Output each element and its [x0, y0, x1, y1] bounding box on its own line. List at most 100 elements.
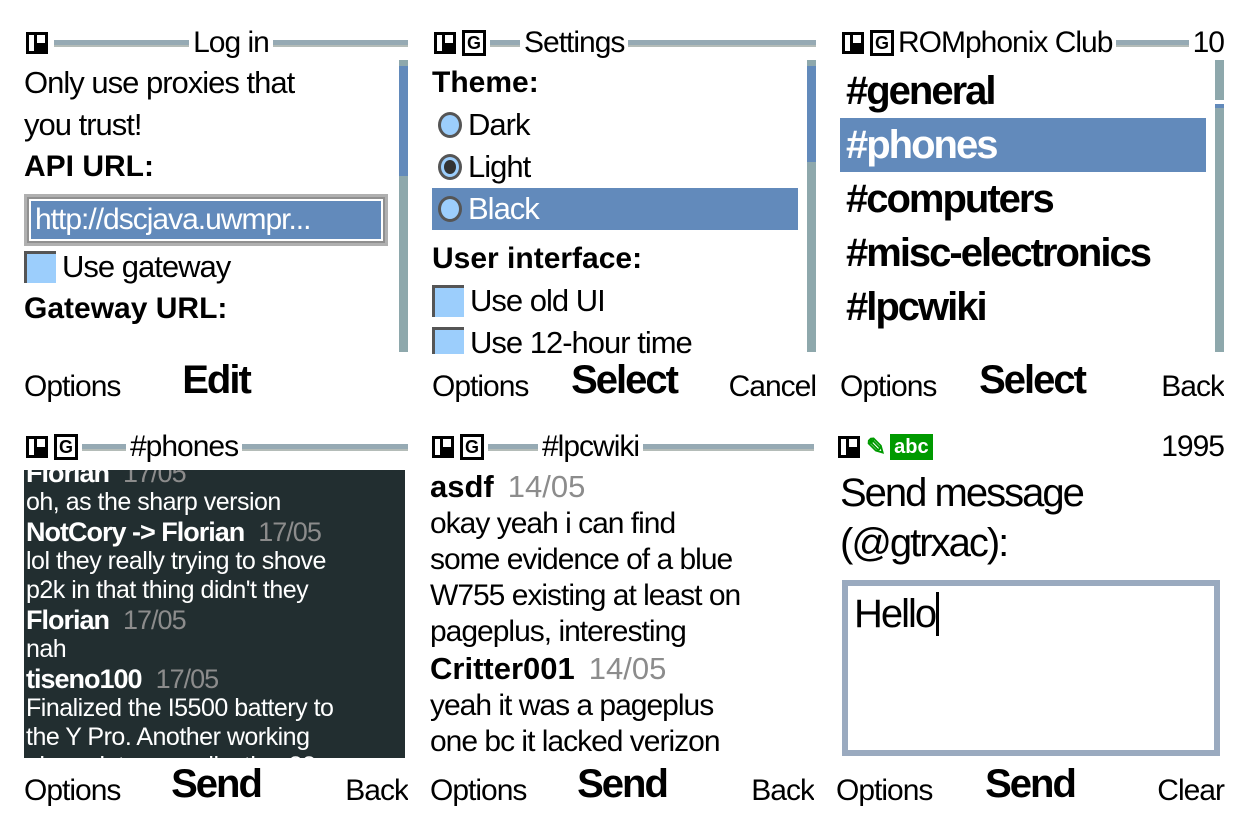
message[interactable]: Florian 17/05 oh, as the sharp version — [26, 470, 405, 517]
scrollbar[interactable] — [1215, 60, 1224, 352]
compose-screen: ✎ abc 1995 Send message (@gtrxac): Hello… — [836, 432, 1226, 820]
message-text: nah — [26, 635, 67, 663]
screen-title: Log in — [193, 28, 270, 59]
api-url-input[interactable]: http://dscjava.uwmpr... — [24, 194, 388, 246]
status-bar: ✎ abc 1995 — [836, 432, 1225, 463]
message-date: 17/05 — [123, 470, 187, 488]
edit-button[interactable]: Edit — [182, 358, 252, 403]
theme-label: Theme: — [432, 66, 539, 99]
author-name: tiseno100 — [26, 664, 143, 694]
cancel-button[interactable]: Cancel — [729, 370, 816, 404]
softkey-bar: Options Select Cancel — [432, 356, 816, 416]
channel-list: #general #phones #computers #misc-electr… — [840, 64, 1212, 356]
screen-title: #phones — [130, 432, 239, 463]
gprs-icon: G — [460, 434, 484, 460]
phones-channel-screen: G #phones Florian 17/05 oh, as the sharp v… — [24, 432, 408, 820]
message-text: oh, as the sharp version — [26, 488, 281, 516]
author-name: Florian — [26, 470, 110, 488]
message[interactable]: NotCory -> Florian 17/05 lol they really t… — [26, 517, 405, 605]
author-name: NotCory -> Florian — [26, 517, 245, 547]
back-button[interactable]: Back — [345, 774, 408, 808]
input-mode-indicator: abc — [890, 434, 933, 460]
message-list[interactable]: asdf 14/05 okay yeah i can find some eviden… — [430, 468, 814, 758]
author-name: Critter001 — [430, 651, 575, 686]
message-text: p2k in that thing didn't they — [26, 576, 309, 604]
window-icon — [24, 30, 50, 56]
checkbox-icon — [24, 251, 56, 283]
use-gateway-checkbox[interactable]: Use gateway — [24, 246, 396, 288]
select-button[interactable]: Select — [571, 358, 679, 403]
title-bar: G #lpcwiki — [430, 432, 814, 463]
window-icon — [840, 30, 866, 56]
channel-item[interactable]: #lpcwiki — [840, 280, 1212, 334]
screen-title: ROMphonix Club — [898, 28, 1113, 59]
send-button[interactable]: Send — [577, 762, 669, 807]
pen-icon: ✎ — [866, 433, 887, 461]
use-old-ui-checkbox[interactable]: Use old UI — [432, 280, 804, 322]
theme-light-radio[interactable]: Light — [432, 146, 804, 188]
message-text: Finalized the I5500 battery to — [26, 694, 334, 722]
message-text: okay yeah i can find — [430, 507, 676, 540]
options-button[interactable]: Options — [24, 774, 121, 808]
gprs-icon: G — [462, 30, 486, 56]
options-button[interactable]: Options — [432, 370, 529, 404]
scrollbar[interactable] — [399, 60, 408, 352]
message-author: Florian 17/05 — [26, 605, 405, 635]
channel-item[interactable]: #computers — [840, 172, 1212, 226]
message-text: yeah it was a pageplus — [430, 689, 714, 722]
gprs-icon: G — [870, 30, 894, 56]
unread-count: 10 — [1192, 28, 1224, 59]
message-list[interactable]: Florian 17/05 oh, as the sharp version NotC… — [24, 470, 405, 758]
send-button[interactable]: Send — [985, 762, 1077, 807]
options-button[interactable]: Options — [24, 370, 121, 404]
message-date: 14/05 — [588, 651, 667, 686]
channel-list-screen: G ROMphonix Club 10 #general #phones #co… — [840, 28, 1224, 416]
lpcwiki-channel-screen: G #lpcwiki asdf 14/05 okay yeah i can find… — [430, 432, 814, 820]
channel-item[interactable]: #misc-electronics — [840, 226, 1212, 280]
settings-screen: G Settings Theme: Dark Light Black User … — [432, 28, 816, 416]
message-author: tiseno100 17/05 — [26, 664, 405, 694]
options-button[interactable]: Options — [430, 774, 527, 808]
message-text: phone into my collection 88 — [26, 752, 405, 758]
window-icon — [836, 434, 862, 460]
send-button[interactable]: Send — [171, 762, 263, 807]
options-button[interactable]: Options — [840, 370, 937, 404]
message[interactable]: tiseno100 17/05 Finalized the I5500 batter… — [26, 664, 405, 758]
message-input[interactable]: Hello — [842, 580, 1220, 756]
clear-button[interactable]: Clear — [1157, 774, 1225, 808]
message[interactable]: Florian 17/05 nah — [26, 605, 405, 664]
screen-title: Settings — [524, 28, 625, 59]
channel-item[interactable]: #general — [840, 64, 1212, 118]
options-button[interactable]: Options — [836, 774, 933, 808]
channel-item-selected[interactable]: #phones — [840, 118, 1206, 172]
title-bar: G ROMphonix Club 10 — [840, 28, 1224, 59]
message-text: some evidence of a blue — [430, 543, 733, 576]
message-author: Critter001 14/05 — [430, 650, 814, 688]
message-text: one bc it lacked verizon — [430, 725, 721, 758]
author-name: Florian — [26, 605, 110, 635]
message-text: pageplus, interesting — [430, 615, 687, 648]
back-button[interactable]: Back — [1161, 370, 1224, 404]
message-author: asdf 14/05 — [430, 468, 814, 506]
author-name: asdf — [430, 469, 494, 504]
softkey-bar: Options Select Back — [840, 356, 1224, 416]
warning-line: you trust! — [24, 107, 143, 142]
message-date: 14/05 — [507, 469, 586, 504]
message[interactable]: Critter001 14/05 yeah it was a pageplus one… — [430, 650, 814, 758]
softkey-bar: Options Edit — [24, 356, 408, 416]
window-icon — [24, 434, 50, 460]
message-date: 17/05 — [123, 605, 187, 635]
message-text: lol they really trying to shove — [26, 547, 326, 575]
theme-dark-radio[interactable]: Dark — [432, 104, 804, 146]
theme-black-radio[interactable]: Black — [432, 188, 798, 230]
softkey-bar: Options Send Back — [24, 760, 408, 820]
message[interactable]: asdf 14/05 okay yeah i can find some eviden… — [430, 468, 814, 650]
message-text: the Y Pro. Another working — [26, 723, 310, 751]
back-button[interactable]: Back — [751, 774, 814, 808]
settings-form: Theme: Dark Light Black User interface: … — [432, 62, 804, 354]
char-counter: 1995 — [1161, 432, 1225, 463]
use-12-hour-checkbox[interactable]: Use 12-hour time — [432, 322, 804, 354]
select-button[interactable]: Select — [979, 358, 1087, 403]
scrollbar[interactable] — [807, 60, 816, 352]
gprs-icon: G — [54, 434, 78, 460]
